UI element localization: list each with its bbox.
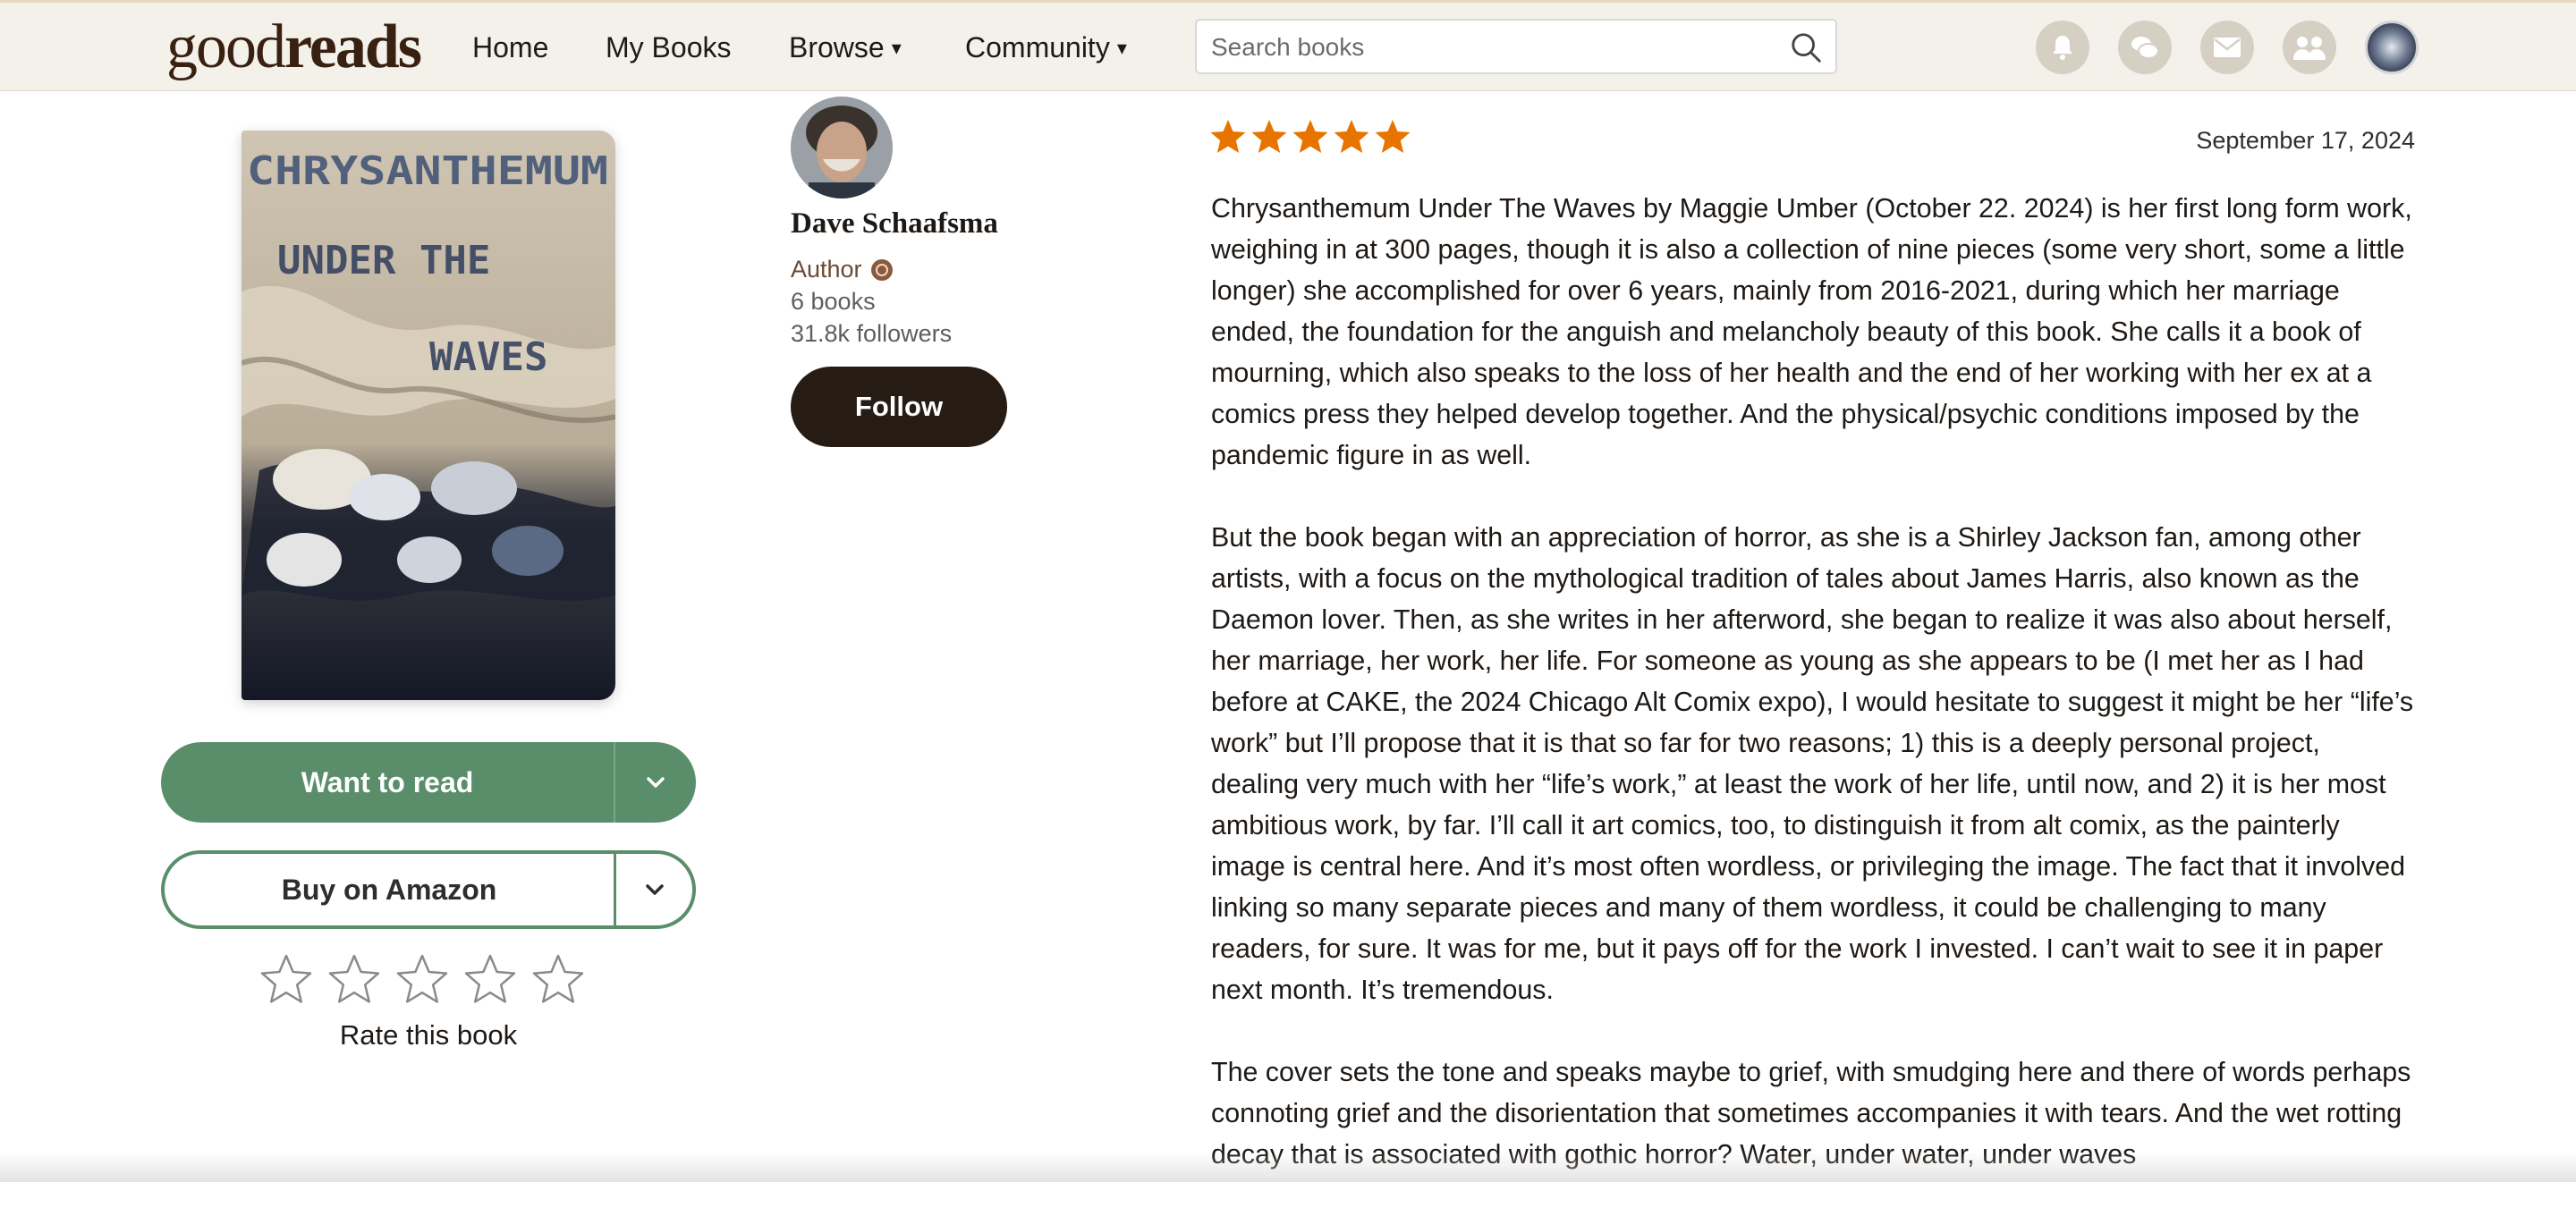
search-box (1195, 19, 1837, 74)
reviewer-name[interactable]: Dave Schaafsma (791, 207, 998, 241)
buy-on-amazon-label: Buy on Amazon (281, 874, 497, 906)
rate-this-book-label: Rate this book (339, 1019, 518, 1051)
book-cover-image[interactable]: CHRYSANTHEMUM UNDER THE WAVES (242, 131, 615, 700)
nav-my-books[interactable]: My Books (606, 28, 731, 67)
want-to-read-label: Want to read (301, 766, 474, 798)
rate-star-1[interactable] (259, 952, 313, 1006)
shelf-dropdown-button[interactable] (615, 742, 696, 823)
notifications-icon[interactable] (2036, 21, 2089, 74)
chevron-down-icon (647, 777, 665, 788)
top-navigation-bar: goodreads Home My Books Browse ▾ Communit… (0, 0, 2576, 91)
reviewer-avatar[interactable] (791, 97, 893, 198)
search-icon[interactable] (1789, 30, 1823, 64)
follow-button[interactable]: Follow (791, 367, 1007, 447)
profile-avatar[interactable] (2365, 21, 2419, 74)
nav-browse-label: Browse (789, 31, 885, 63)
rate-stars (259, 952, 599, 1008)
logo-text-bold: reads (284, 13, 422, 81)
rate-star-3[interactable] (395, 952, 449, 1006)
nav-community-label: Community (965, 31, 1110, 63)
filled-star-icon (1375, 120, 1411, 153)
search-input[interactable] (1209, 28, 1767, 67)
review-date[interactable]: September 17, 2024 (2196, 127, 2415, 155)
want-to-read-button[interactable]: Want to read (161, 742, 696, 823)
review-body: Chrysanthemum Under The Waves by Maggie … (1211, 188, 2415, 1216)
logo-text-light: good (166, 13, 286, 81)
goodreads-logo[interactable]: goodreads (166, 10, 422, 85)
messages-icon[interactable] (2200, 21, 2254, 74)
filled-star-icon (1334, 120, 1369, 153)
review-paragraph: But the book began with an appreciation … (1211, 522, 2414, 1005)
nav-my-books-label: My Books (606, 31, 732, 63)
chevron-down-icon (645, 884, 664, 895)
review-paragraph: Chrysanthemum Under The Waves by Maggie … (1211, 193, 2412, 470)
buy-on-amazon-button[interactable]: Buy on Amazon (161, 850, 696, 929)
cover-title-line-3: WAVES (429, 334, 547, 380)
chevron-down-icon: ▾ (891, 37, 902, 59)
cover-title-line-2: UNDER THE (277, 238, 490, 283)
nav-home-label: Home (472, 31, 549, 63)
reviewer-follower-count: 31.8k followers (791, 320, 953, 347)
cover-title-line-1: CHRYSANTHEMUM (247, 148, 608, 194)
rate-star-2[interactable] (327, 952, 381, 1006)
friends-icon[interactable] (2283, 21, 2336, 74)
filled-star-icon (1210, 120, 1246, 153)
rate-star-4[interactable] (463, 952, 517, 1006)
review-rating-stars (1209, 118, 1411, 156)
discussions-icon[interactable] (2118, 21, 2172, 74)
nav-home[interactable]: Home (472, 28, 548, 67)
rate-star-5[interactable] (531, 952, 585, 1006)
reviewer-role-label: Author (791, 256, 862, 283)
filled-star-icon (1251, 120, 1287, 153)
reviewer-book-count: 6 books (791, 288, 876, 315)
reviewer-role: Author (791, 256, 894, 283)
chevron-down-icon: ▾ (1116, 37, 1127, 59)
author-badge-icon (870, 258, 893, 281)
buy-options-dropdown-button[interactable] (616, 854, 692, 925)
nav-community[interactable]: Community ▾ (965, 28, 1127, 68)
page-bottom-shadow (0, 1152, 2576, 1182)
nav-browse[interactable]: Browse ▾ (789, 28, 902, 68)
filled-star-icon (1292, 120, 1328, 153)
